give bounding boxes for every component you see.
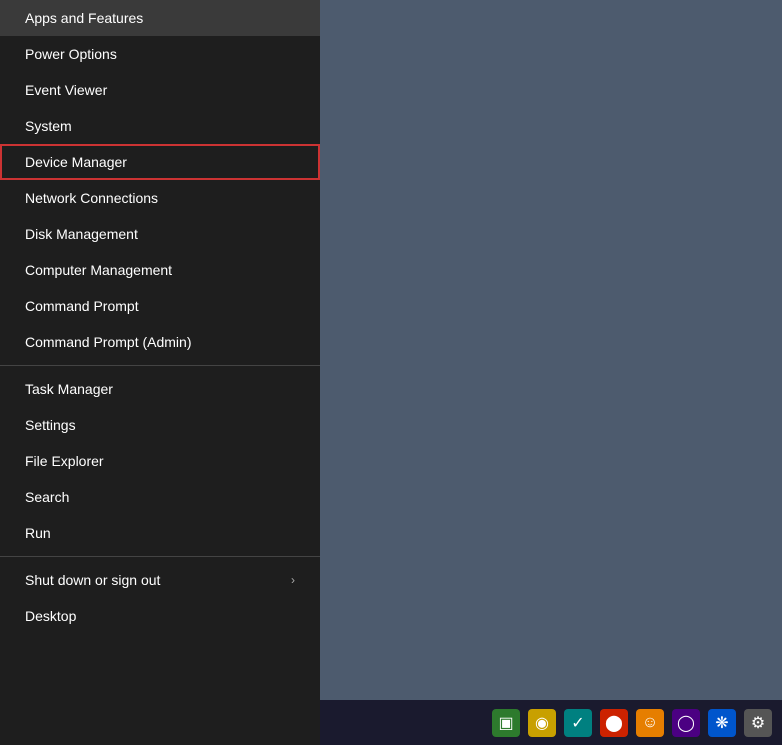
- settings-icon[interactable]: ⚙: [744, 709, 772, 737]
- menu-separator: [0, 556, 320, 557]
- menu-item-event-viewer[interactable]: Event Viewer: [0, 72, 320, 108]
- app-icon-6[interactable]: ◯: [672, 709, 700, 737]
- menu-item-power-options[interactable]: Power Options: [0, 36, 320, 72]
- menu-item-label-run: Run: [25, 525, 51, 541]
- menu-item-label-device-manager: Device Manager: [25, 154, 127, 170]
- app-icon-4[interactable]: ⬤: [600, 709, 628, 737]
- menu-item-label-shut-down: Shut down or sign out: [25, 572, 160, 588]
- menu-item-task-manager[interactable]: Task Manager: [0, 371, 320, 407]
- app-icon-1[interactable]: ▣: [492, 709, 520, 737]
- menu-item-label-system: System: [25, 118, 72, 134]
- menu-item-desktop[interactable]: Desktop: [0, 598, 320, 634]
- menu-item-label-network-connections: Network Connections: [25, 190, 158, 206]
- submenu-arrow-icon: ›: [291, 573, 295, 587]
- menu-item-label-search: Search: [25, 489, 69, 505]
- menu-item-label-event-viewer: Event Viewer: [25, 82, 107, 98]
- menu-item-label-computer-management: Computer Management: [25, 262, 172, 278]
- menu-item-settings[interactable]: Settings: [0, 407, 320, 443]
- menu-item-label-power-options: Power Options: [25, 46, 117, 62]
- menu-separator: [0, 365, 320, 366]
- menu-item-network-connections[interactable]: Network Connections: [0, 180, 320, 216]
- taskbar-icons: ▣ ◉ ✓ ⬤ ☺ ◯ ❋ ⚙: [492, 709, 772, 737]
- menu-item-label-desktop: Desktop: [25, 608, 76, 624]
- menu-item-command-prompt[interactable]: Command Prompt: [0, 288, 320, 324]
- menu-item-label-file-explorer: File Explorer: [25, 453, 104, 469]
- menu-item-label-disk-management: Disk Management: [25, 226, 138, 242]
- menu-item-system[interactable]: System: [0, 108, 320, 144]
- menu-item-label-command-prompt: Command Prompt: [25, 298, 139, 314]
- menu-item-run[interactable]: Run: [0, 515, 320, 551]
- context-menu: Apps and Features Power Options Event View…: [0, 0, 320, 745]
- desktop: Apps and Features Power Options Event View…: [0, 0, 782, 745]
- app-icon-3[interactable]: ✓: [564, 709, 592, 737]
- menu-item-computer-management[interactable]: Computer Management: [0, 252, 320, 288]
- app-icon-7[interactable]: ❋: [708, 709, 736, 737]
- menu-item-apps-features[interactable]: Apps and Features: [0, 0, 320, 36]
- menu-item-disk-management[interactable]: Disk Management: [0, 216, 320, 252]
- menu-item-search[interactable]: Search: [0, 479, 320, 515]
- menu-item-command-prompt-admin[interactable]: Command Prompt (Admin): [0, 324, 320, 360]
- menu-item-label-settings: Settings: [25, 417, 76, 433]
- menu-item-label-apps-features: Apps and Features: [25, 10, 143, 26]
- app-icon-2[interactable]: ◉: [528, 709, 556, 737]
- app-icon-5[interactable]: ☺: [636, 709, 664, 737]
- menu-item-shut-down[interactable]: Shut down or sign out ›: [0, 562, 320, 598]
- menu-item-file-explorer[interactable]: File Explorer: [0, 443, 320, 479]
- menu-item-label-task-manager: Task Manager: [25, 381, 113, 397]
- menu-item-label-command-prompt-admin: Command Prompt (Admin): [25, 334, 192, 350]
- menu-item-device-manager[interactable]: Device Manager: [0, 144, 320, 180]
